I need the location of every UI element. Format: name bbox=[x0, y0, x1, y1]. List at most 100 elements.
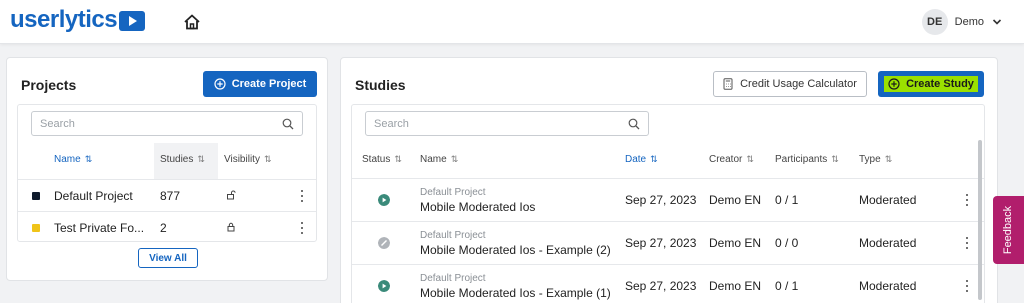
study-participants: 0 / 1 bbox=[775, 279, 799, 293]
col-creator-label: Creator bbox=[709, 154, 743, 165]
sort-icon: ⇅ bbox=[831, 154, 838, 164]
plus-circle-icon bbox=[888, 78, 900, 90]
col-status-label: Status bbox=[362, 154, 391, 165]
study-name[interactable]: Mobile Moderated Ios - Example (1) bbox=[420, 286, 611, 300]
study-project-name: Default Project bbox=[420, 230, 486, 241]
top-bar: userlytics DE Demo bbox=[0, 0, 1024, 44]
studies-col-creator[interactable]: Creator ⇅ bbox=[709, 154, 754, 165]
studies-table: Status⇅ Name⇅ Date⇅ Creator⇅ Participant… bbox=[351, 104, 985, 303]
projects-panel: Projects Create Project Name⇅ Studies⇅ V… bbox=[6, 57, 328, 281]
projects-col-visibility[interactable]: Visibility ⇅ bbox=[224, 154, 271, 165]
chevron-down-icon[interactable] bbox=[992, 17, 1002, 27]
studies-col-type[interactable]: Type ⇅ bbox=[859, 154, 892, 165]
project-row[interactable]: Test Private Fo... 2 bbox=[18, 212, 316, 241]
avatar[interactable]: DE bbox=[921, 9, 948, 35]
study-project-name: Default Project bbox=[420, 273, 486, 284]
sort-icon: ⇅ bbox=[450, 154, 458, 164]
studies-title: Studies bbox=[355, 77, 406, 93]
calculator-icon bbox=[723, 78, 733, 90]
project-studies-count: 877 bbox=[160, 189, 181, 203]
col-name-label: Name bbox=[420, 154, 447, 165]
study-type: Moderated bbox=[859, 236, 917, 250]
col-date-label: Date bbox=[625, 154, 647, 165]
credit-usage-label: Credit Usage Calculator bbox=[740, 78, 857, 90]
sort-asc-icon: ⇅ bbox=[650, 154, 657, 164]
study-date: Sep 27, 2023 bbox=[625, 193, 697, 207]
feedback-label: Feedback bbox=[1002, 205, 1015, 255]
study-participants: 0 / 1 bbox=[775, 193, 799, 207]
create-study-button[interactable]: Create Study bbox=[878, 71, 984, 97]
projects-search-field[interactable] bbox=[31, 111, 303, 136]
studies-search-input[interactable] bbox=[374, 112, 600, 135]
projects-col-name[interactable]: Name ⇅ bbox=[54, 154, 92, 165]
more-options-icon[interactable] bbox=[300, 222, 304, 234]
play-status-icon bbox=[378, 280, 390, 292]
sort-icon: ⇅ bbox=[263, 154, 271, 164]
studies-col-status[interactable]: Status ⇅ bbox=[362, 154, 402, 165]
sort-icon: ⇅ bbox=[197, 154, 204, 164]
userlytics-logo[interactable]: userlytics bbox=[10, 6, 146, 34]
col-type-label: Type bbox=[859, 154, 881, 165]
study-creator: Demo EN bbox=[709, 193, 762, 207]
create-project-button[interactable]: Create Project bbox=[203, 71, 317, 97]
unlocked-icon bbox=[227, 190, 236, 200]
more-options-icon[interactable] bbox=[965, 194, 969, 206]
search-icon bbox=[282, 118, 294, 130]
studies-col-name[interactable]: Name ⇅ bbox=[420, 154, 458, 165]
study-name[interactable]: Mobile Moderated Ios - Example (2) bbox=[420, 243, 611, 257]
col-participants-label: Participants bbox=[775, 154, 828, 165]
more-options-icon[interactable] bbox=[965, 237, 969, 249]
view-all-button[interactable]: View All bbox=[138, 248, 198, 268]
projects-table: Name⇅ Studies⇅ Visibility⇅ Default Proje… bbox=[17, 104, 317, 242]
project-color-swatch bbox=[32, 192, 40, 200]
more-options-icon[interactable] bbox=[300, 190, 304, 202]
project-studies-count: 2 bbox=[160, 221, 167, 235]
projects-col-studies[interactable]: Studies ⇅ bbox=[160, 154, 205, 165]
project-row[interactable]: Default Project 877 bbox=[18, 180, 316, 211]
study-type: Moderated bbox=[859, 193, 917, 207]
create-study-label: Create Study bbox=[906, 78, 974, 90]
projects-title: Projects bbox=[21, 77, 77, 93]
projects-search-input[interactable] bbox=[40, 112, 256, 135]
study-creator: Demo EN bbox=[709, 279, 762, 293]
view-all-label: View All bbox=[149, 252, 187, 264]
disabled-status-icon bbox=[378, 237, 390, 249]
projects-col-visibility-label: Visibility bbox=[224, 154, 260, 165]
plus-circle-icon bbox=[214, 78, 226, 90]
studies-col-participants[interactable]: Participants ⇅ bbox=[775, 154, 839, 165]
project-name[interactable]: Default Project bbox=[54, 189, 133, 203]
logo-text: userlytics bbox=[10, 6, 118, 33]
home-icon[interactable] bbox=[183, 13, 201, 31]
project-name[interactable]: Test Private Fo... bbox=[54, 221, 144, 235]
more-options-icon[interactable] bbox=[965, 280, 969, 292]
studies-search-field[interactable] bbox=[365, 111, 649, 136]
sort-icon: ⇅ bbox=[746, 154, 753, 164]
study-row[interactable]: Default Project Mobile Moderated Ios - E… bbox=[352, 222, 984, 264]
logo-play-icon bbox=[119, 11, 146, 31]
sort-icon: ⇅ bbox=[884, 154, 892, 164]
play-status-icon bbox=[378, 194, 390, 206]
lock-icon bbox=[227, 222, 235, 232]
credit-usage-calculator-button[interactable]: Credit Usage Calculator bbox=[713, 71, 867, 97]
study-row[interactable]: Default Project Mobile Moderated Ios Sep… bbox=[352, 179, 984, 221]
user-name[interactable]: Demo bbox=[955, 16, 984, 28]
create-study-highlight: Create Study bbox=[884, 76, 978, 92]
user-menu[interactable]: DE Demo bbox=[921, 9, 1002, 35]
sort-asc-icon: ⇅ bbox=[84, 154, 92, 164]
study-date: Sep 27, 2023 bbox=[625, 279, 697, 293]
studies-panel: Studies Credit Usage Calculator Create S… bbox=[340, 57, 998, 303]
projects-col-studies-label: Studies bbox=[160, 154, 194, 165]
study-creator: Demo EN bbox=[709, 236, 762, 250]
study-row[interactable]: Default Project Mobile Moderated Ios - E… bbox=[352, 265, 984, 303]
study-participants: 0 / 0 bbox=[775, 236, 799, 250]
create-project-label: Create Project bbox=[231, 78, 307, 90]
study-date: Sep 27, 2023 bbox=[625, 236, 697, 250]
study-name[interactable]: Mobile Moderated Ios bbox=[420, 200, 535, 214]
study-project-name: Default Project bbox=[420, 187, 486, 198]
studies-col-date[interactable]: Date ⇅ bbox=[625, 154, 658, 165]
feedback-tab[interactable]: Feedback bbox=[993, 196, 1024, 264]
project-color-swatch bbox=[32, 224, 40, 232]
sort-icon: ⇅ bbox=[394, 154, 401, 164]
studies-scrollbar[interactable] bbox=[978, 140, 982, 300]
search-icon bbox=[628, 118, 640, 130]
